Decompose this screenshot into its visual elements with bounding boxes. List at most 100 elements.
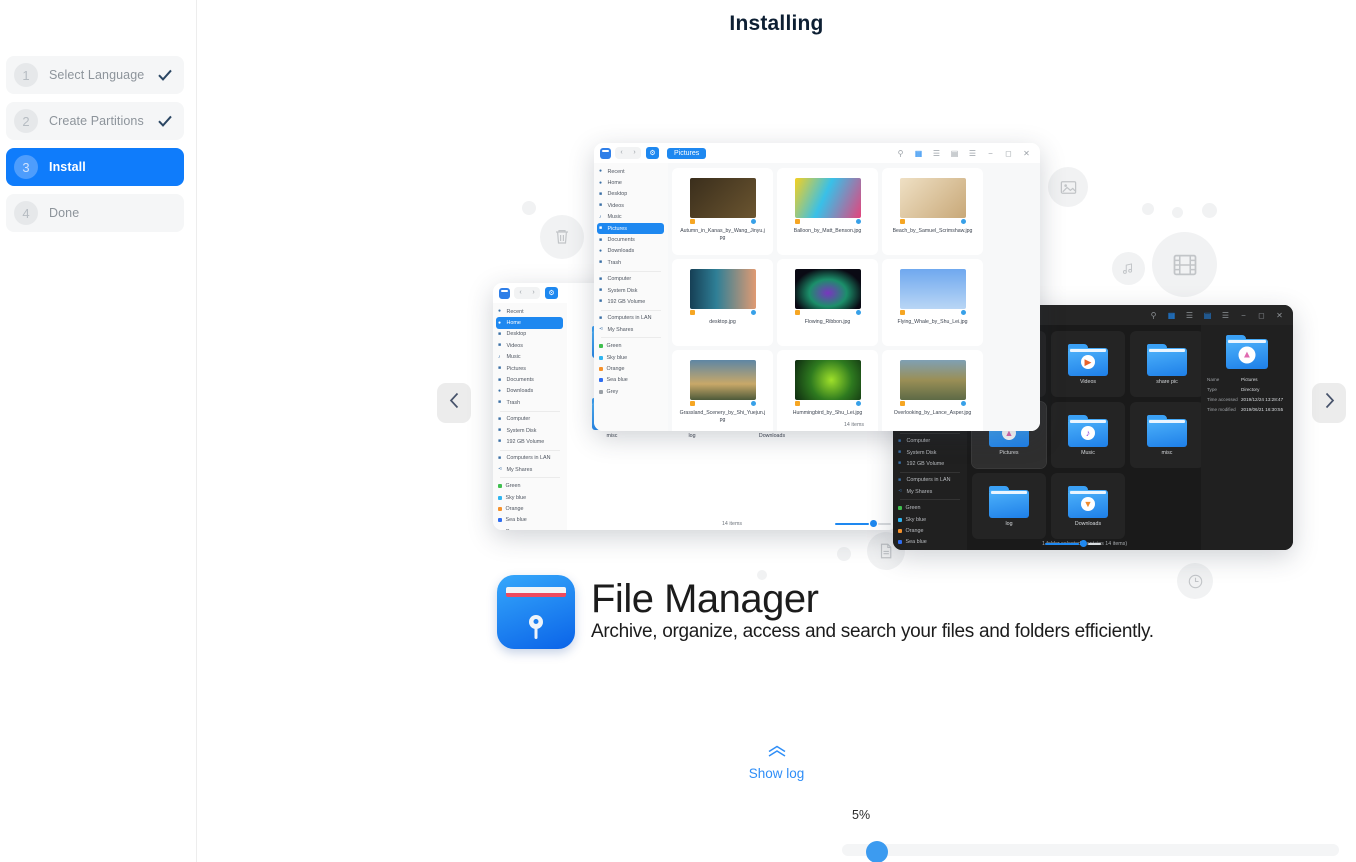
sidebar-item-system-disk[interactable]: ■ System Disk [893, 447, 967, 458]
zoom-slider[interactable] [835, 520, 891, 527]
sidebar-item-trash[interactable]: ■ Trash [493, 397, 567, 408]
sidebar-item-pictures[interactable]: ■ Pictures [493, 363, 567, 374]
sidebar-tag-orange[interactable]: Orange [493, 503, 567, 514]
gear-icon[interactable]: ⚙ [545, 287, 558, 299]
sidebar-item-computer[interactable]: ■ Computer [493, 414, 567, 425]
back-icon[interactable]: ‹ [514, 287, 527, 299]
sidebar-item-desktop[interactable]: ■ Desktop [594, 189, 668, 200]
sidebar-tag-sky-blue[interactable]: Sky blue [493, 492, 567, 503]
sidebar-item-computer[interactable]: ■ Computer [594, 274, 668, 285]
sidebar-tag-orange[interactable]: Orange [893, 525, 967, 536]
forward-icon[interactable]: › [527, 287, 540, 299]
sidebar-tag-sky-blue[interactable]: Sky blue [893, 514, 967, 525]
sidebar-tag-orange[interactable]: Orange [594, 363, 668, 374]
share-icon: ⋖ [599, 326, 604, 333]
carousel-prev-button[interactable] [437, 383, 471, 423]
preview-window-pictures[interactable]: ‹ › ⚙ Pictures ⚲ ▦ ☰ ▤ ☰ − ◻ ✕ ● Recent … [594, 143, 1040, 431]
sidebar-item-desktop[interactable]: ■ Desktop [493, 329, 567, 340]
file-item[interactable]: Flowing_Ribbon.jpg [777, 259, 878, 346]
nav-buttons[interactable]: ‹ › [615, 147, 641, 159]
list-view-icon[interactable]: ☰ [1185, 311, 1194, 320]
sidebar-item-music[interactable]: ♪ Music [493, 352, 567, 363]
file-grid-area[interactable]: Autumn_in_Kanas_by_Wang_Jinyu.jpg Balloo… [668, 163, 1040, 431]
folder-item[interactable]: ▶ Videos [1051, 331, 1125, 397]
sidebar-item-home[interactable]: ● Home [594, 177, 668, 188]
menu-icon[interactable]: ☰ [1221, 311, 1230, 320]
sort-icon[interactable]: ▤ [950, 149, 959, 158]
sidebar-tag-grey[interactable]: Grey [594, 386, 668, 397]
sidebar-tag-sea-blue[interactable]: Sea blue [893, 537, 967, 548]
sidebar-item-volume[interactable]: ■ 192 GB Volume [893, 458, 967, 469]
menu-icon[interactable]: ☰ [968, 149, 977, 158]
sidebar-step-create-partitions[interactable]: 2 Create Partitions [6, 102, 184, 140]
grid-view-icon[interactable]: ▦ [1167, 311, 1176, 320]
minimize-icon[interactable]: − [1239, 311, 1248, 320]
sidebar-tag-sea-blue[interactable]: Sea blue [493, 515, 567, 526]
sidebar-item-lan[interactable]: ■ Computers in LAN [594, 313, 668, 324]
folder-item[interactable]: misc [1130, 402, 1201, 468]
sidebar-step-select-language[interactable]: 1 Select Language [6, 56, 184, 94]
folder-item[interactable]: share pic [1130, 331, 1201, 397]
sidebar-item-recent[interactable]: ● Recent [493, 306, 567, 317]
sidebar-item-music[interactable]: ♪ Music [594, 212, 668, 223]
folder-item[interactable]: ♪ Music [1051, 402, 1125, 468]
sidebar-item-recent[interactable]: ● Recent [594, 166, 668, 177]
list-view-icon[interactable]: ☰ [932, 149, 941, 158]
sidebar-item-documents[interactable]: ■ Documents [493, 374, 567, 385]
file-item[interactable]: Balloon_by_Matt_Benson.jpg [777, 168, 878, 255]
close-icon[interactable]: ✕ [1275, 311, 1284, 320]
breadcrumb[interactable]: Pictures [667, 147, 707, 159]
sidebar-tag-green[interactable]: Green [594, 340, 668, 351]
sidebar-item-documents[interactable]: ■ Documents [594, 234, 668, 245]
sidebar-item-my-shares[interactable]: ⋖ My Shares [893, 486, 967, 497]
sidebar-item-home[interactable]: ● Home [496, 317, 563, 329]
sidebar-item-lan[interactable]: ■ Computers in LAN [493, 453, 567, 464]
carousel-next-button[interactable] [1312, 383, 1346, 423]
file-item[interactable]: Flying_Whale_by_Shu_Lei.jpg [882, 259, 983, 346]
gear-icon[interactable]: ⚙ [646, 147, 659, 159]
sidebar-tag-green[interactable]: Green [493, 480, 567, 491]
nav-buttons[interactable]: ‹ › [514, 287, 540, 299]
sidebar-step-done[interactable]: 4 Done [6, 194, 184, 232]
file-item[interactable]: Beach_by_Samuel_Scrimshaw.jpg [882, 168, 983, 255]
sidebar-item-downloads[interactable]: ● Downloads [493, 386, 567, 397]
sidebar-item-trash[interactable]: ■ Trash [594, 257, 668, 268]
grid-view-icon[interactable]: ▦ [914, 149, 923, 158]
sidebar-step-install[interactable]: 3 Install [6, 148, 184, 186]
sidebar-item-computer[interactable]: ■ Computer [893, 436, 967, 447]
home-icon: ● [599, 179, 603, 186]
zoom-slider[interactable] [1045, 540, 1101, 547]
sidebar-item-volume[interactable]: ■ 192 GB Volume [493, 436, 567, 447]
folder-item[interactable]: ▼ Downloads [1051, 473, 1125, 539]
sort-icon[interactable]: ▤ [1203, 311, 1212, 320]
sidebar-item-lan[interactable]: ■ Computers in LAN [893, 475, 967, 486]
folder-item[interactable]: log [972, 473, 1046, 539]
sidebar-item-downloads[interactable]: ● Downloads [594, 246, 668, 257]
back-icon[interactable]: ‹ [615, 147, 628, 159]
chevron-right-icon [1324, 392, 1335, 414]
sidebar-item-label: Downloads [607, 248, 635, 255]
maximize-icon[interactable]: ◻ [1004, 149, 1013, 158]
sidebar-tag-grey[interactable]: Grey [493, 526, 567, 530]
sidebar-item-system-disk[interactable]: ■ System Disk [594, 285, 668, 296]
sidebar-tag-green[interactable]: Green [893, 502, 967, 513]
sidebar-item-volume[interactable]: ■ 192 GB Volume [594, 296, 668, 307]
sidebar-tag-sky-blue[interactable]: Sky blue [594, 352, 668, 363]
file-item[interactable]: desktop.jpg [672, 259, 773, 346]
close-icon[interactable]: ✕ [1022, 149, 1031, 158]
search-icon[interactable]: ⚲ [896, 149, 905, 158]
search-icon[interactable]: ⚲ [1149, 311, 1158, 320]
sidebar-item-pictures[interactable]: ■ Pictures [597, 222, 664, 235]
show-log-button[interactable]: Show log [197, 745, 1356, 781]
forward-icon[interactable]: › [628, 147, 641, 159]
sidebar-item-videos[interactable]: ■ Videos [493, 340, 567, 351]
sidebar-item-my-shares[interactable]: ⋖ My Shares [493, 464, 567, 475]
sidebar-item-videos[interactable]: ■ Videos [594, 200, 668, 211]
sidebar-item-system-disk[interactable]: ■ System Disk [493, 425, 567, 436]
maximize-icon[interactable]: ◻ [1257, 311, 1266, 320]
minimize-icon[interactable]: − [986, 149, 995, 158]
sidebar-tag-sea-blue[interactable]: Sea blue [594, 375, 668, 386]
file-item[interactable]: Autumn_in_Kanas_by_Wang_Jinyu.jpg [672, 168, 773, 255]
sidebar-tag-grey[interactable]: Grey [893, 548, 967, 550]
sidebar-item-my-shares[interactable]: ⋖ My Shares [594, 324, 668, 335]
